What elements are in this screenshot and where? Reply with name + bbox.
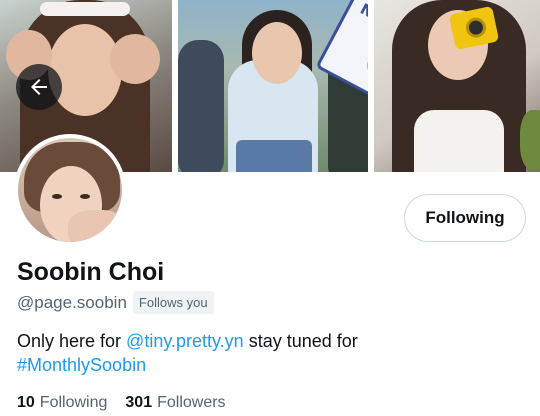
back-arrow-icon (31, 79, 47, 95)
bio-hashtag-link[interactable]: #MonthlySoobin (17, 355, 146, 375)
following-label: Following (39, 394, 108, 411)
back-button[interactable] (16, 64, 62, 110)
bunny-icon (359, 35, 368, 99)
sticker-text: NewJeans (357, 0, 368, 55)
bio-text: Only here for (17, 331, 127, 351)
follows-you-badge: Follows you (132, 291, 214, 314)
bio-mention-link[interactable]: @tiny.pretty.yn (126, 331, 244, 351)
following-button[interactable]: Following (404, 194, 526, 242)
followers-count: 301 (125, 394, 153, 411)
bio-text: stay tuned for (243, 331, 358, 351)
followers-stat-link[interactable]: 301 Followers (125, 394, 225, 412)
profile-bio: Only here for @tiny.pretty.yn stay tuned… (17, 329, 517, 377)
handle-row: @page.soobin Follows you (17, 291, 214, 314)
banner-photo-2: NewJeans (178, 0, 368, 172)
followers-label: Followers (157, 394, 226, 411)
display-name: Soobin Choi (17, 258, 165, 286)
following-count: 10 (17, 394, 35, 411)
banner-photo-3 (374, 0, 540, 172)
follow-stats: 10 Following 301 Followers (17, 394, 226, 412)
avatar[interactable] (14, 134, 126, 246)
following-stat-link[interactable]: 10 Following (17, 394, 107, 412)
user-handle: @page.soobin (17, 292, 127, 312)
